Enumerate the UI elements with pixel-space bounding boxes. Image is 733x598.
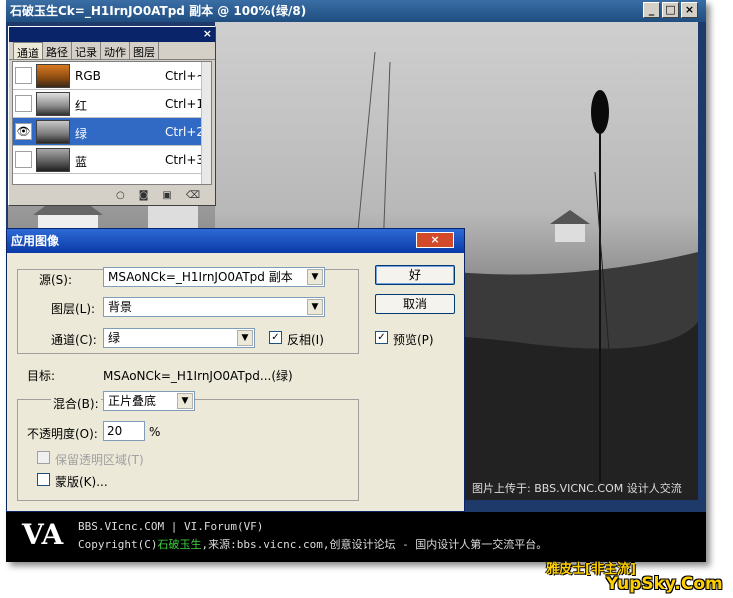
copyright-line: Copyright(C)石破玉生,来源:bbs.vicnc.com,创意设计论坛… (78, 538, 548, 551)
tab-layers[interactable]: 图层 (130, 42, 159, 59)
invert-label: 反相(I) (287, 333, 324, 347)
author-name: 石破玉生 (157, 538, 202, 551)
target-value: MSAoNCk=_H1IrnJO0ATpd...(绿) (103, 369, 293, 383)
mask-label: 蒙版(K)... (55, 475, 108, 489)
layer-select[interactable]: 背景 ▼ (103, 297, 325, 317)
channel-thumbnail (36, 120, 70, 144)
preserve-transparency-checkbox[interactable] (37, 451, 50, 464)
channel-scrollbar[interactable] (201, 62, 211, 184)
chevron-down-icon: ▼ (307, 299, 323, 315)
dialog-titlebar[interactable]: 应用图像 × (7, 229, 464, 253)
preview-label: 预览(P) (393, 333, 434, 347)
eye-icon[interactable]: 👁 (15, 123, 32, 140)
dialog-title: 应用图像 (11, 234, 60, 248)
cancel-button[interactable]: 取消 (375, 294, 455, 314)
document-titlebar[interactable]: 石破玉生Ck=_H1IrnJO0ATpd 副本 @ 100%(绿/8) _ □ … (6, 0, 706, 22)
brand-logo-text: YupSky.Com (606, 574, 723, 594)
channel-label: 通道(C): (51, 333, 97, 347)
opacity-unit: % (149, 425, 161, 439)
blend-select[interactable]: 正片叠底 ▼ (103, 391, 195, 411)
tab-paths[interactable]: 路径 (43, 42, 72, 59)
forum-url: BBS.VIcnc.COM | VI.Forum(VF) (78, 520, 264, 533)
ok-button[interactable]: 好 (375, 265, 455, 285)
visibility-toggle[interactable] (15, 95, 32, 112)
trash-icon[interactable]: ⌫ (186, 190, 200, 201)
channel-name: RGB (75, 69, 101, 83)
channel-row-green[interactable]: 👁 绿 Ctrl+2 (13, 118, 211, 146)
new-channel-icon[interactable]: ▣ (162, 190, 171, 201)
channel-row-blue[interactable]: 蓝 Ctrl+3 (13, 146, 211, 174)
channel-shortcut: Ctrl+3 (165, 153, 205, 167)
upload-watermark: 图片上传于: BBS.VICNC.COM 设计人交流 (472, 482, 682, 495)
target-label: 目标: (27, 369, 56, 383)
chevron-down-icon: ▼ (237, 330, 253, 346)
load-selection-icon[interactable]: ○ (116, 190, 125, 201)
visibility-toggle[interactable] (15, 151, 32, 168)
screenshot-frame: 石破玉生Ck=_H1IrnJO0ATpd 副本 @ 100%(绿/8) _ □ … (0, 0, 733, 598)
opacity-label: 不透明度(O): (27, 427, 98, 441)
mask-checkbox[interactable] (37, 473, 50, 486)
chevron-down-icon: ▼ (307, 269, 323, 285)
channel-name: 红 (75, 99, 88, 113)
panel-footer: ○ ◙ ▣ ⌫ (12, 187, 212, 203)
blend-label: 混合(B): (51, 395, 101, 412)
opacity-input[interactable]: 20 (103, 421, 145, 441)
channel-shortcut: Ctrl+1 (165, 97, 205, 111)
tab-actions[interactable]: 动作 (101, 42, 130, 59)
apply-image-dialog: 应用图像 × 源(S): MSAoNCk=_H1IrnJO0ATpd 副本 ▼ … (6, 228, 465, 512)
tab-history[interactable]: 记录 (72, 42, 101, 59)
source-select[interactable]: MSAoNCk=_H1IrnJO0ATpd 副本 ▼ (103, 267, 325, 287)
channel-shortcut: Ctrl+2 (165, 125, 205, 139)
source-label: 源(S): (37, 271, 75, 288)
tab-channels[interactable]: 通道 (13, 42, 43, 60)
layer-label: 图层(L): (51, 302, 96, 316)
panel-close-button[interactable]: × (203, 27, 212, 40)
maximize-button[interactable]: □ (662, 2, 679, 18)
preserve-transparency-label: 保留透明区域(T) (55, 453, 144, 467)
forum-logo: VA (22, 518, 64, 551)
save-selection-icon[interactable]: ◙ (139, 190, 149, 201)
panel-header[interactable]: × (9, 27, 215, 42)
preview-checkbox[interactable]: ✓ (375, 331, 388, 344)
channel-select[interactable]: 绿 ▼ (103, 328, 255, 348)
invert-checkbox[interactable]: ✓ (269, 331, 282, 344)
channel-row-red[interactable]: 红 Ctrl+1 (13, 90, 211, 118)
channel-thumbnail (36, 64, 70, 88)
forum-footer: VA BBS.VIcnc.COM | VI.Forum(VF) Copyrigh… (6, 512, 706, 562)
channel-row-rgb[interactable]: RGB Ctrl+~ (13, 62, 211, 90)
close-button[interactable]: × (681, 2, 698, 18)
dialog-close-button[interactable]: × (416, 232, 454, 248)
channel-name: 绿 (75, 127, 88, 141)
channel-name: 蓝 (75, 155, 88, 169)
chevron-down-icon: ▼ (177, 393, 193, 409)
panel-tabs: 通道 路径 记录 动作 图层 (9, 42, 215, 60)
minimize-button[interactable]: _ (643, 2, 660, 18)
document-title: 石破玉生Ck=_H1IrnJO0ATpd 副本 @ 100%(绿/8) (10, 4, 307, 18)
channel-list: RGB Ctrl+~ 红 Ctrl+1 👁 绿 Ctrl+2 蓝 Ctrl+3 (12, 61, 212, 185)
channel-thumbnail (36, 92, 70, 116)
visibility-toggle[interactable] (15, 67, 32, 84)
channel-thumbnail (36, 148, 70, 172)
channels-panel: × 通道 路径 记录 动作 图层 RGB Ctrl+~ 红 Ctrl+1 👁 绿… (8, 26, 216, 206)
